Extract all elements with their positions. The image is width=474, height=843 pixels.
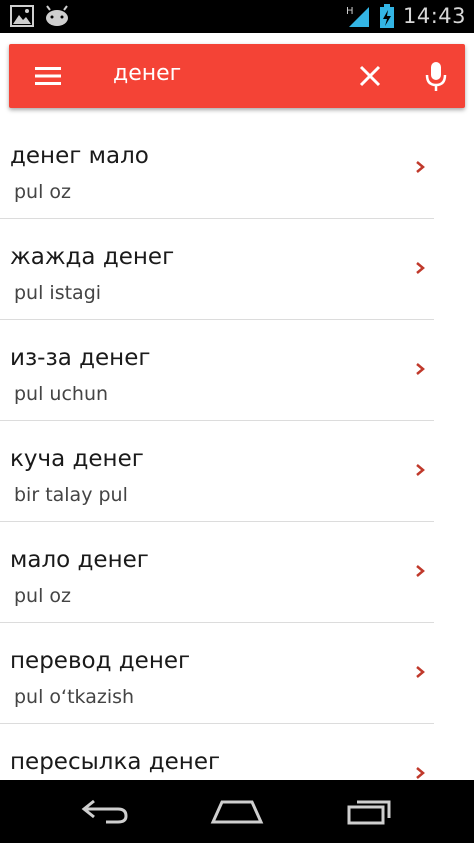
chevron-right-icon bbox=[416, 666, 425, 678]
back-icon[interactable] bbox=[80, 796, 130, 826]
list-item[interactable]: перевод денег pul o‘tkazish bbox=[0, 623, 474, 724]
result-phrase: денег мало bbox=[10, 143, 149, 169]
microphone-icon[interactable] bbox=[423, 61, 449, 93]
menu-icon[interactable] bbox=[35, 66, 61, 86]
list-item[interactable]: мало денег pul oz bbox=[0, 522, 474, 623]
result-phrase: куча денег bbox=[10, 446, 144, 472]
result-translation: pul o‘tkazish bbox=[14, 686, 135, 708]
signal-icon: H bbox=[346, 6, 369, 27]
result-translation: pul istagi bbox=[14, 282, 102, 304]
result-phrase: перевод денег bbox=[10, 648, 191, 674]
chevron-right-icon bbox=[416, 262, 425, 274]
results-list: денег мало pul oz жажда денег pul istagi… bbox=[0, 118, 474, 825]
chevron-right-icon bbox=[416, 363, 425, 375]
result-translation: bir talay pul bbox=[14, 484, 128, 506]
search-app-bar: денег bbox=[9, 44, 465, 108]
list-item[interactable]: денег мало pul oz bbox=[0, 118, 474, 219]
android-notification-icon bbox=[46, 5, 68, 26]
list-item[interactable]: жажда денег pul istagi bbox=[0, 219, 474, 320]
status-bar: H 14:43 bbox=[0, 0, 474, 33]
chevron-right-icon bbox=[416, 464, 425, 476]
result-translation: pul uchun bbox=[14, 383, 109, 405]
chevron-right-icon bbox=[416, 565, 425, 577]
result-translation: pul oz bbox=[14, 585, 72, 607]
list-item[interactable]: из-за денег pul uchun bbox=[0, 320, 474, 421]
notification-icons bbox=[10, 5, 70, 27]
result-phrase: из-за денег bbox=[10, 345, 151, 371]
home-icon[interactable] bbox=[210, 796, 264, 826]
result-phrase: пересылка денег bbox=[10, 749, 221, 775]
gallery-notification-icon bbox=[10, 5, 34, 27]
result-phrase: мало денег bbox=[10, 547, 149, 573]
chevron-right-icon bbox=[416, 161, 425, 173]
clear-search-icon[interactable] bbox=[359, 65, 381, 87]
recent-apps-icon[interactable] bbox=[345, 796, 395, 826]
result-phrase: жажда денег bbox=[10, 244, 175, 270]
chevron-right-icon bbox=[416, 767, 425, 779]
result-translation: pul oz bbox=[14, 181, 72, 203]
list-item[interactable]: куча денег bir talay pul bbox=[0, 421, 474, 522]
search-input[interactable]: денег bbox=[113, 61, 181, 86]
system-icons: H 14:43 bbox=[345, 3, 466, 29]
battery-charging-icon bbox=[379, 4, 394, 28]
navigation-bar bbox=[0, 780, 474, 843]
status-clock: 14:43 bbox=[402, 4, 466, 28]
network-type-label: H bbox=[346, 6, 354, 17]
